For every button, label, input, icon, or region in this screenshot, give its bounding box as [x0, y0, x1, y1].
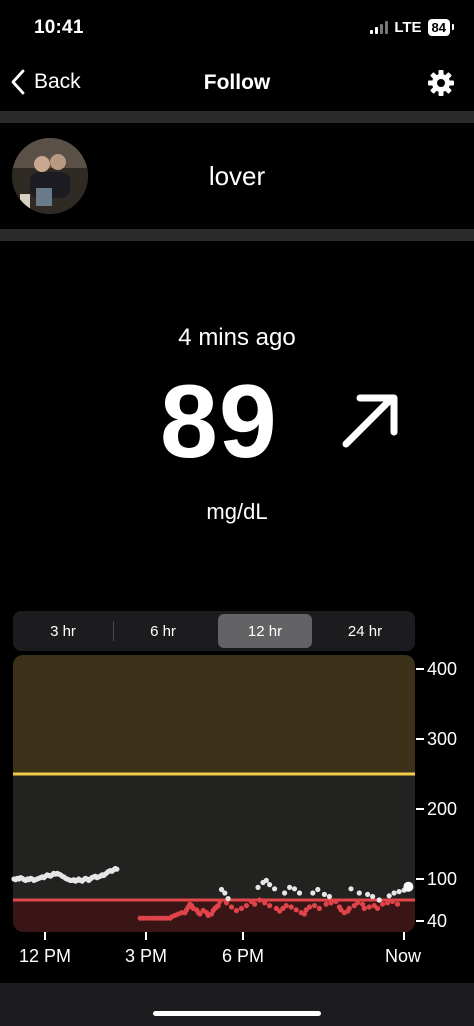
- gear-icon: [428, 70, 454, 96]
- reading-point: [376, 897, 382, 903]
- status-indicators: LTE 84: [370, 19, 455, 36]
- y-tick-40: 40: [427, 911, 447, 931]
- y-tick-100: 100: [427, 869, 457, 889]
- range-tab-3hr[interactable]: 3 hr: [16, 614, 110, 648]
- reading-point: [243, 903, 249, 909]
- reading-point: [346, 905, 352, 911]
- reading-point: [333, 898, 339, 904]
- reading-point: [396, 889, 402, 895]
- reading-point: [316, 905, 322, 911]
- range-tab-12hr[interactable]: 12 hr: [218, 614, 312, 648]
- x-tick-6pm: 6 PM: [222, 946, 264, 966]
- reading-point: [267, 903, 273, 909]
- x-tick-12pm: 12 PM: [19, 946, 71, 966]
- reading-point: [379, 901, 386, 907]
- reading-point: [306, 904, 313, 910]
- reading-point: [374, 905, 381, 911]
- x-tick-now: Now: [385, 946, 422, 966]
- reading-point: [310, 890, 316, 896]
- y-tick-300: 300: [427, 729, 457, 749]
- reading-point: [321, 891, 327, 897]
- glucose-value: 89: [160, 364, 278, 480]
- profile-name: lover: [208, 161, 266, 191]
- reading-point: [326, 893, 332, 900]
- reading-point: [323, 901, 329, 907]
- reading-point: [370, 893, 376, 900]
- x-tick-3pm: 3 PM: [125, 946, 167, 966]
- battery-icon: 84: [427, 19, 455, 36]
- reading-point: [114, 866, 120, 872]
- y-tick-200: 200: [427, 799, 457, 819]
- reading-point: [365, 891, 371, 897]
- network-type: LTE: [394, 19, 422, 36]
- reading-point: [348, 886, 354, 892]
- reading-point: [217, 898, 223, 904]
- reading-point: [233, 907, 239, 914]
- reading-point: [356, 890, 362, 896]
- reading-point: [389, 898, 396, 904]
- reading-point: [252, 901, 258, 907]
- reading-point: [361, 905, 367, 911]
- cellular-signal-icon: [370, 21, 389, 34]
- settings-button[interactable]: [426, 68, 456, 98]
- reading-point: [238, 905, 244, 911]
- reading-point: [267, 882, 273, 888]
- reading-time-ago: 4 mins ago: [178, 324, 296, 351]
- x-axis: 12 PM 3 PM 6 PM Now: [19, 932, 422, 966]
- range-tab-6hr[interactable]: 6 hr: [116, 614, 210, 648]
- reading-point: [272, 886, 278, 892]
- latest-reading-point: [403, 881, 414, 892]
- reading-point: [262, 900, 268, 906]
- reading-point: [328, 900, 334, 906]
- reading-point: [386, 893, 392, 899]
- reading-point: [287, 884, 293, 890]
- range-tab-24hr[interactable]: 24 hr: [318, 614, 412, 648]
- glucose-chart: 400 300 200 100 40 12 PM 3 PM 6 PM Now: [11, 655, 457, 966]
- section-divider: [0, 111, 474, 123]
- reading-point: [384, 900, 391, 906]
- y-tick-400: 400: [427, 659, 457, 679]
- reading-point: [255, 884, 261, 890]
- reading-point: [263, 877, 269, 883]
- reading-point: [283, 903, 289, 909]
- reading-point: [257, 897, 263, 903]
- reading-point: [293, 907, 299, 913]
- time-range-selector: 3 hr 6 hr 12 hr 24 hr: [13, 611, 415, 651]
- reading-point: [288, 904, 294, 910]
- reading-point: [315, 886, 321, 893]
- reading-point: [225, 896, 231, 902]
- bottom-bar: [0, 983, 474, 1026]
- section-divider: [0, 229, 474, 241]
- page-title: Follow: [203, 71, 271, 94]
- reading-point: [291, 886, 298, 892]
- reading-point: [394, 901, 401, 907]
- reading-point: [366, 904, 372, 910]
- reading-point: [355, 900, 361, 906]
- trend-arrow-up-right-icon: [342, 394, 398, 448]
- reading-point: [222, 890, 228, 896]
- reading-point: [282, 890, 288, 896]
- y-axis: 400 300 200 100 40: [416, 659, 457, 931]
- reading-point: [311, 903, 318, 909]
- high-zone: [13, 655, 415, 774]
- reading-point: [228, 904, 235, 910]
- home-indicator[interactable]: [153, 1011, 321, 1016]
- reading-point: [391, 890, 397, 896]
- range-separator: [113, 621, 114, 641]
- status-time: 10:41: [34, 17, 84, 38]
- reading-point: [296, 890, 303, 896]
- glucose-unit: mg/dL: [206, 499, 268, 524]
